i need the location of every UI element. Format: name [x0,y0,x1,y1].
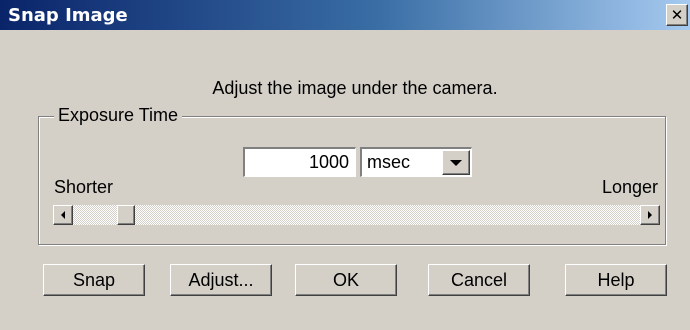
snap-image-dialog: Snap Image ✕ Adjust the image under the … [0,0,690,330]
adjust-button[interactable]: Adjust... [170,264,272,296]
chevron-down-icon [450,159,462,166]
exposure-value-input[interactable] [243,147,356,177]
unit-dropdown-button[interactable] [442,150,470,175]
snap-button[interactable]: Snap [43,264,145,296]
shorter-label: Shorter [54,177,114,197]
close-icon: ✕ [670,5,684,24]
help-button[interactable]: Help [565,264,667,296]
unit-select-value: msec [367,152,411,172]
exposure-slider[interactable] [53,205,660,225]
exposure-time-label: Exposure Time [54,105,183,126]
window-title: Snap Image [8,4,128,26]
arrow-right-icon [648,211,652,219]
close-button[interactable]: ✕ [666,4,688,26]
slider-thumb[interactable] [117,205,135,225]
arrow-left-icon [61,211,65,219]
slider-left-button[interactable] [53,205,73,225]
instruction-text: Adjust the image under the camera. [212,78,498,98]
exposure-time-group: Exposure Time [38,105,666,245]
ok-button[interactable]: OK [295,264,397,296]
slider-right-button[interactable] [640,205,660,225]
longer-label: Longer [601,177,658,197]
cancel-button[interactable]: Cancel [428,264,530,296]
unit-select[interactable]: msec [360,147,472,177]
title-bar[interactable]: Snap Image ✕ [0,0,690,30]
